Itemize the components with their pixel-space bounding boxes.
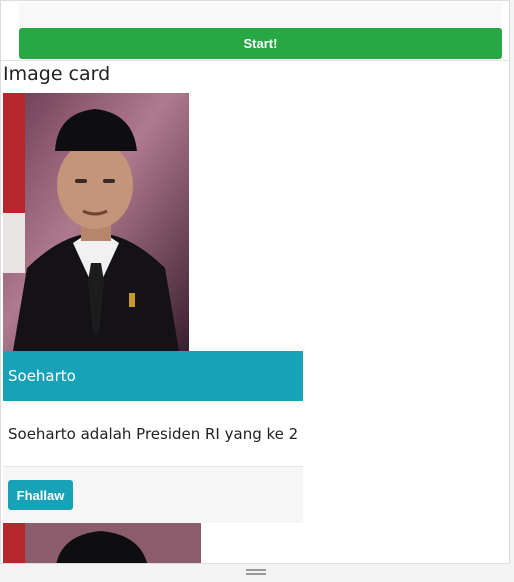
card-footer: Fhallaw [3, 466, 303, 523]
card-header: Soeharto [3, 351, 303, 401]
next-card-image [3, 523, 201, 563]
portrait-illustration-partial [3, 523, 201, 563]
portrait-illustration [3, 93, 189, 351]
drag-handle-icon[interactable] [246, 569, 266, 575]
app-frame: Start! Image card Soeharto Soeharto adal… [0, 0, 510, 564]
follow-button[interactable]: Fhallaw [8, 480, 73, 510]
card-text: Soeharto adalah Presiden RI yang ke 2 [3, 401, 303, 467]
start-button[interactable]: Start! [19, 28, 502, 59]
section-title: Image card [3, 63, 111, 85]
top-panel: Start! [19, 3, 502, 59]
card-image [3, 93, 189, 351]
image-card: Soeharto Soeharto adalah Presiden RI yan… [3, 93, 303, 523]
divider [1, 60, 509, 61]
